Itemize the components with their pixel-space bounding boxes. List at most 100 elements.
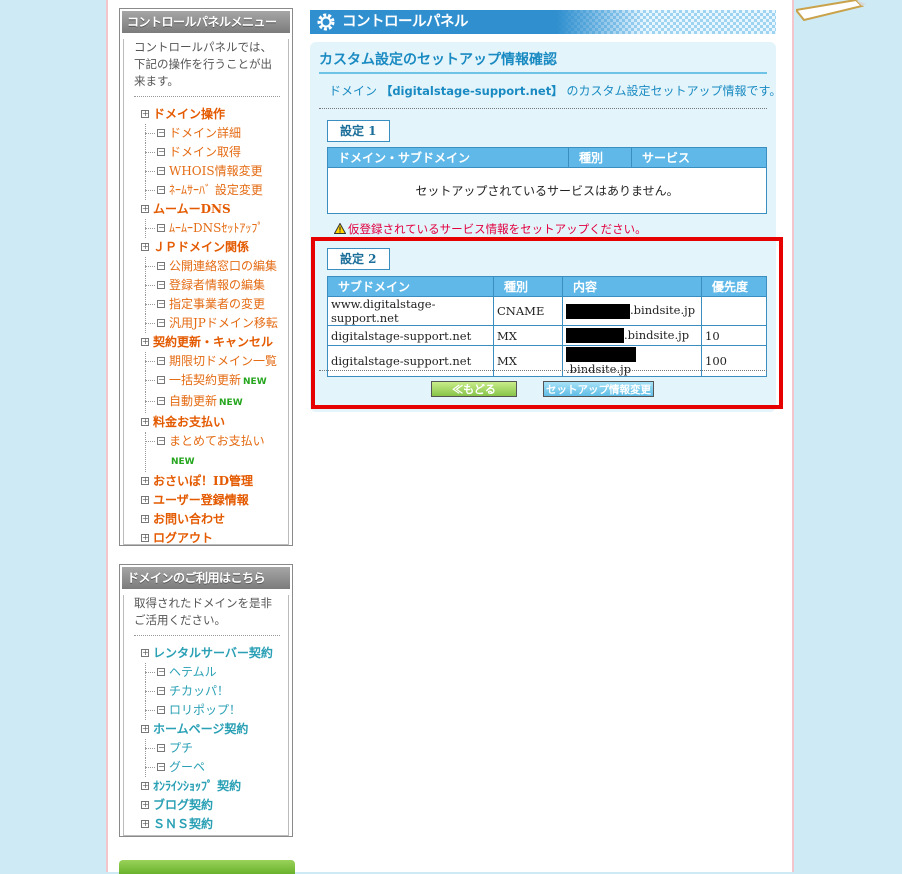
collapse-box-icon: − bbox=[157, 396, 165, 405]
submenu-item-domain_box-3[interactable]: − ロリポップ！ bbox=[124, 701, 288, 720]
collapse-box-icon: − bbox=[157, 223, 165, 232]
menu-item-label: ロリポップ！ bbox=[169, 703, 242, 717]
submenu-item-menu_box-14[interactable]: − 一括契約更新 NEW bbox=[124, 371, 288, 392]
menu-box-description: コントロールパネルでは、下記の操作を行うことが出来ます。 bbox=[134, 39, 280, 97]
menu-item-label: 登録者情報の編集 bbox=[169, 278, 266, 292]
gear-icon bbox=[317, 13, 335, 31]
submenu-item-menu_box-13[interactable]: − 期限切ドメイン一覧 bbox=[124, 352, 288, 371]
submenu-item-menu_box-4[interactable]: − ﾈｰﾑｻｰﾊﾞ 設定変更 bbox=[124, 181, 288, 200]
collapse-box-icon: − bbox=[157, 705, 165, 714]
expand-box-icon: + bbox=[141, 648, 149, 657]
menu-item-label: チカッパ！ bbox=[169, 684, 230, 698]
menu-item-label: おさいぽ！ID管理 bbox=[153, 474, 254, 488]
collapse-box-icon: − bbox=[157, 686, 165, 695]
submenu-item-domain_box-6[interactable]: − グーペ bbox=[124, 758, 288, 777]
menu-item-label: グーペ bbox=[169, 760, 206, 774]
control-panel-menu: + ドメイン操作 − ドメイン詳細 − ドメイン取得 − WHOIS情報変更 − ﾈｰﾑｻｰﾊﾞ … bbox=[124, 105, 288, 556]
collapse-box-icon: − bbox=[157, 356, 165, 365]
submenu-item-menu_box-1[interactable]: − ドメイン詳細 bbox=[124, 124, 288, 143]
empty-message: セットアップされているサービスはありません。 bbox=[327, 167, 767, 214]
submenu-item-menu_box-8[interactable]: − 公開連絡窓口の編集 bbox=[124, 257, 288, 276]
domain-name: 【digitalstage-support.net】 bbox=[380, 84, 563, 98]
column-header: サービス bbox=[631, 147, 767, 168]
new-badge: NEW bbox=[219, 398, 243, 408]
menu-item-domain_box-7[interactable]: + ｵﾝﾗｲﾝｼｮｯﾌﾟ 契約 bbox=[124, 777, 288, 796]
menu-item-label: 一括契約更新 bbox=[169, 373, 242, 387]
submenu-item-menu_box-10[interactable]: − 指定事業者の変更 bbox=[124, 295, 288, 314]
menu-item-domain_box-4[interactable]: + ホームページ契約 bbox=[124, 720, 288, 739]
expand-box-icon: + bbox=[141, 533, 149, 542]
setting-1-table: ドメイン・サブドメイン 種別 サービス セットアップされているサービスはありませ… bbox=[327, 147, 767, 214]
menu-item-domain_box-0[interactable]: + レンタルサーバー契約 bbox=[124, 644, 288, 663]
menu-item-label: ホームページ契約 bbox=[153, 722, 249, 736]
warning-message: 仮登録されているサービス情報をセットアップください。 bbox=[334, 221, 647, 237]
expand-box-icon: + bbox=[141, 476, 149, 485]
menu-item-label: ＪＰドメイン関係 bbox=[153, 240, 250, 254]
column-header: ドメイン・サブドメイン bbox=[327, 147, 569, 168]
submenu-item-domain_box-1[interactable]: − ヘテムル bbox=[124, 663, 288, 682]
menu-item-domain_box-9[interactable]: + ＳＮＳ契約 bbox=[124, 815, 288, 834]
expand-box-icon: + bbox=[141, 800, 149, 809]
menu-item-label: プチ bbox=[169, 741, 194, 755]
menu-item-label: ﾈｰﾑｻｰﾊﾞ 設定変更 bbox=[169, 183, 263, 197]
collapse-box-icon: − bbox=[157, 743, 165, 752]
submenu-item-menu_box-2[interactable]: − ドメイン取得 bbox=[124, 143, 288, 162]
collapse-box-icon: − bbox=[157, 318, 165, 327]
collapse-box-icon: − bbox=[157, 436, 165, 445]
menu-item-label: 指定事業者の変更 bbox=[169, 297, 266, 311]
submenu-item-domain_box-2[interactable]: − チカッパ！ bbox=[124, 682, 288, 701]
submenu-item-menu_box-9[interactable]: − 登録者情報の編集 bbox=[124, 276, 288, 295]
domain-usage-menu: + レンタルサーバー契約 − ヘテムル − チカッパ！ − ロリポップ！ + ホームページ契約 − プ… bbox=[124, 644, 288, 842]
menu-item-label: レンタルサーバー契約 bbox=[153, 646, 273, 660]
expand-box-icon: + bbox=[141, 417, 149, 426]
menu-item-label: ヘテムル bbox=[169, 665, 217, 679]
menu-item-menu_box-5[interactable]: + ムームーDNS bbox=[124, 200, 288, 219]
warning-icon bbox=[334, 223, 346, 234]
expand-box-icon: + bbox=[141, 204, 149, 213]
collapse-box-icon: − bbox=[157, 166, 165, 175]
menu-item-label: 料金お支払い bbox=[153, 415, 226, 429]
page-title: コントロールパネル bbox=[342, 14, 469, 30]
menu-item-label: ﾑｰﾑｰDNSｾｯﾄｱｯﾌﾟ bbox=[169, 221, 264, 235]
menu-item-label: ログアウト bbox=[153, 531, 214, 545]
menu-item-label: 公開連絡窓口の編集 bbox=[169, 259, 278, 273]
menu-item-label: お問い合わせ bbox=[153, 512, 226, 526]
menu-item-menu_box-7[interactable]: + ＪＰドメイン関係 bbox=[124, 238, 288, 257]
menu-item-menu_box-16[interactable]: + 料金お支払い bbox=[124, 413, 288, 432]
menu-item-label: ｵﾝﾗｲﾝｼｮｯﾌﾟ 契約 bbox=[153, 779, 242, 793]
menu-item-menu_box-19[interactable]: + ユーザー登録情報 bbox=[124, 491, 288, 510]
submenu-item-domain_box-5[interactable]: − プチ bbox=[124, 739, 288, 758]
menu-item-label: 汎用JPドメイン移転 bbox=[169, 316, 278, 330]
control-panel-menu-box: コントロールパネルメニュー コントロールパネルでは、下記の操作を行うことが出来ま… bbox=[119, 8, 293, 546]
expand-box-icon: + bbox=[141, 514, 149, 523]
menu-item-label: ムームーDNS bbox=[153, 202, 231, 216]
menu-item-label: 契約更新・キャンセル bbox=[153, 335, 274, 349]
collapse-box-icon: − bbox=[157, 185, 165, 194]
menu-item-label: ユーザー登録情報 bbox=[153, 493, 249, 507]
header-pattern bbox=[556, 10, 776, 34]
menu-item-domain_box-8[interactable]: + ブログ契約 bbox=[124, 796, 288, 815]
menu-item-menu_box-21[interactable]: + ログアウト bbox=[124, 529, 288, 548]
menu-item-label: 期限切ドメイン一覧 bbox=[169, 354, 278, 368]
menu-item-menu_box-18[interactable]: + おさいぽ！ID管理 bbox=[124, 472, 288, 491]
collapse-box-icon: − bbox=[157, 667, 165, 676]
intro-text: ドメイン 【digitalstage-support.net】 のカスタム設定セ… bbox=[329, 84, 782, 98]
expand-box-icon: + bbox=[141, 337, 149, 346]
menu-item-label: WHOIS情報変更 bbox=[169, 164, 263, 178]
submenu-item-menu_box-6[interactable]: − ﾑｰﾑｰDNSｾｯﾄｱｯﾌﾟ bbox=[124, 219, 288, 238]
expand-box-icon: + bbox=[141, 109, 149, 118]
highlight-box bbox=[311, 237, 783, 409]
menu-item-menu_box-12[interactable]: + 契約更新・キャンセル bbox=[124, 333, 288, 352]
expand-box-icon: + bbox=[141, 724, 149, 733]
expand-box-icon: + bbox=[141, 495, 149, 504]
new-badge: NEW bbox=[243, 377, 267, 387]
menu-item-menu_box-20[interactable]: + お問い合わせ bbox=[124, 510, 288, 529]
submenu-item-menu_box-15[interactable]: − 自動更新 NEW bbox=[124, 392, 288, 413]
expand-box-icon: + bbox=[141, 242, 149, 251]
submenu-item-menu_box-3[interactable]: − WHOIS情報変更 bbox=[124, 162, 288, 181]
submenu-item-menu_box-11[interactable]: − 汎用JPドメイン移転 bbox=[124, 314, 288, 333]
control-panel-header: コントロールパネル bbox=[310, 10, 776, 34]
submenu-item-menu_box-17[interactable]: − まとめてお支払い NEW bbox=[124, 432, 288, 472]
menu-item-menu_box-0[interactable]: + ドメイン操作 bbox=[124, 105, 288, 124]
collapse-box-icon: − bbox=[157, 128, 165, 137]
